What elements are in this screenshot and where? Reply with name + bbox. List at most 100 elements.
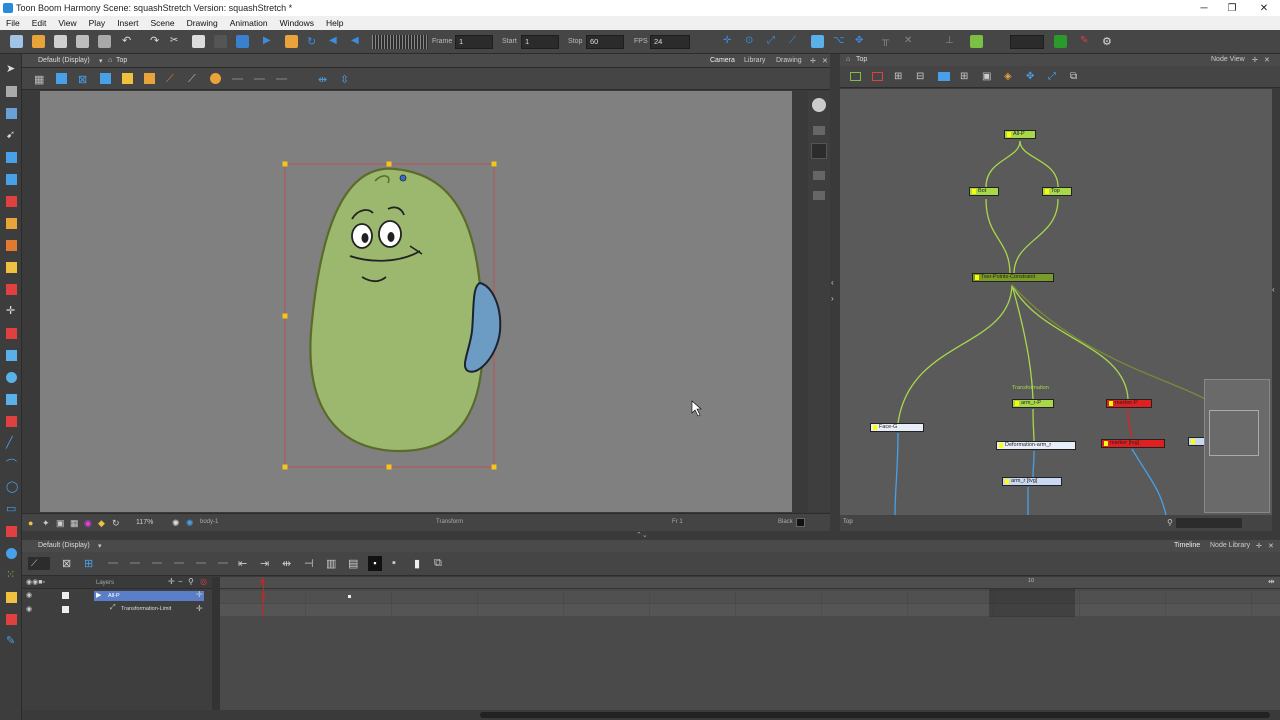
menu-help[interactable]: Help: [320, 18, 349, 28]
tab-node-view[interactable]: Node View: [1211, 56, 1245, 63]
copy-icon[interactable]: [192, 35, 205, 48]
node-close-tab-icon[interactable]: ✕: [1264, 56, 1270, 64]
add-tab-icon[interactable]: ✛: [810, 57, 816, 65]
tab-camera[interactable]: Camera: [710, 57, 735, 64]
frame-row-transformation-limit[interactable]: [220, 604, 1280, 616]
stroke-style-icon[interactable]: ⟋: [28, 557, 50, 570]
open-scene-icon[interactable]: [32, 35, 45, 48]
play-icon[interactable]: ▶: [263, 35, 276, 48]
add-drawing-layer-icon[interactable]: ⊠: [62, 557, 71, 570]
ungroup-icon[interactable]: ⊟: [916, 71, 924, 82]
green-check-icon[interactable]: [1054, 35, 1067, 48]
bone-icon[interactable]: [6, 614, 17, 625]
ruler-end-icon[interactable]: ⇹: [1268, 577, 1275, 586]
node-two-points-constraint[interactable]: Two-Points-Constraint: [972, 273, 1054, 282]
node-add-tab-icon[interactable]: ✛: [1252, 56, 1258, 64]
curve-icon[interactable]: ⌒: [6, 460, 17, 471]
node-top[interactable]: Top: [1042, 187, 1072, 196]
layer-color-swatch[interactable]: [62, 606, 69, 613]
timeline-frames[interactable]: 10 ⇹ ▾: [220, 577, 1280, 710]
reset-view-icon[interactable]: ✦: [42, 518, 50, 529]
previous-frame-icon[interactable]: ◀: [351, 35, 364, 48]
rigging-icon[interactable]: ⌥: [833, 35, 846, 48]
layer-color-swatch[interactable]: [62, 592, 69, 599]
panel-close-icon[interactable]: ✕: [822, 57, 828, 65]
play-selection-icon[interactable]: [285, 35, 298, 48]
horizontal-splitter[interactable]: ⌃⌄: [22, 531, 1280, 540]
display-icon[interactable]: ▣: [982, 71, 991, 82]
light-table-icon[interactable]: [56, 73, 67, 84]
timeline-scroll-thumb[interactable]: [480, 712, 1270, 718]
menu-file[interactable]: File: [0, 18, 26, 28]
menu-drawing[interactable]: Drawing: [181, 18, 224, 28]
cut-icon[interactable]: ✂: [170, 35, 183, 48]
camera-viewport[interactable]: [40, 91, 792, 512]
panel-splitter[interactable]: ‹ ›: [830, 54, 840, 531]
select-icon[interactable]: ⊙: [745, 35, 758, 48]
envelope-icon[interactable]: [6, 174, 17, 185]
layer-name-transformation-limit[interactable]: Transformation-Limit: [121, 606, 171, 612]
timeline-view-mode[interactable]: Default (Display): [38, 542, 90, 549]
frame-view-icon[interactable]: ▣: [56, 518, 65, 529]
remove-keyframe-icon[interactable]: ⇥: [260, 557, 269, 570]
close-gap-icon[interactable]: [6, 394, 17, 405]
cutter-icon[interactable]: [6, 108, 17, 119]
add-layer-icon[interactable]: ✛: [168, 577, 175, 586]
layer-stack-icon-3[interactable]: [813, 191, 825, 200]
grid-icon[interactable]: ⁙: [6, 570, 17, 581]
dropper-icon[interactable]: [6, 372, 17, 383]
layer-visibility-icon[interactable]: ◉: [26, 605, 32, 613]
tab-node-library[interactable]: Node Library: [1210, 542, 1250, 549]
camera-view-mode-dropdown-icon[interactable]: ▾: [99, 57, 103, 65]
close-button[interactable]: ✕: [1248, 0, 1280, 16]
align-icon[interactable]: ⊥: [945, 35, 958, 48]
mask-icon[interactable]: [144, 73, 155, 84]
shift-trace-icon[interactable]: [100, 73, 111, 84]
render-preview-icon[interactable]: ✺: [186, 518, 194, 529]
onion-skin-icon[interactable]: [811, 35, 824, 48]
tab-library[interactable]: Library: [744, 57, 765, 64]
keyframe-toggle-icon[interactable]: ▪: [368, 556, 382, 571]
polyline-icon[interactable]: [6, 240, 17, 251]
connect-icon[interactable]: ⤢: [1048, 71, 1056, 82]
layer-row-transformation-limit[interactable]: ◉ ⤢ Transformation-Limit ✛: [22, 604, 212, 616]
timeline-add-tab-icon[interactable]: ✛: [1256, 542, 1262, 550]
stop-motion-icon[interactable]: ⊣: [304, 557, 314, 570]
layer-row-all-p[interactable]: ◉ ▶ All-P ✛: [22, 590, 212, 602]
line-icon[interactable]: ╱: [6, 438, 17, 449]
onion-icon[interactable]: ⊠: [78, 73, 87, 86]
timeline-view-mode-dropdown-icon[interactable]: ▾: [98, 542, 102, 550]
mask-toggle-icon[interactable]: ◉: [84, 518, 92, 529]
morph-icon[interactable]: [6, 592, 17, 603]
import-icon[interactable]: [98, 35, 111, 48]
node-zoom-icon[interactable]: ⚲: [1167, 518, 1173, 527]
preferences-gear-icon[interactable]: ⚙: [1102, 35, 1115, 48]
menu-insert[interactable]: Insert: [111, 18, 144, 28]
cut-tool-icon[interactable]: [6, 284, 17, 295]
timeline-close-tab-icon[interactable]: ✕: [1268, 542, 1274, 550]
color-icon[interactable]: [210, 73, 221, 84]
menu-play[interactable]: Play: [83, 18, 112, 28]
new-scene-icon[interactable]: [10, 35, 23, 48]
cell-icon[interactable]: ▮: [414, 557, 420, 570]
eyedropper-icon[interactable]: ⟋: [188, 73, 196, 86]
keyframe-dot-1[interactable]: [262, 595, 265, 598]
grid-toggle-icon[interactable]: ▦: [34, 73, 44, 86]
loop-icon[interactable]: ↻: [307, 35, 320, 48]
timeline-options-icon[interactable]: ⧉: [434, 557, 442, 570]
red-backdrop-icon[interactable]: [872, 72, 883, 81]
menu-animation[interactable]: Animation: [224, 18, 274, 28]
collapse-right-icon[interactable]: ›: [831, 294, 834, 303]
layer-visibility-icon[interactable]: ◉: [26, 591, 32, 599]
auto-layout-icon[interactable]: ⧉: [1070, 71, 1077, 82]
current-color-swatch[interactable]: [796, 518, 805, 527]
menu-view[interactable]: View: [52, 18, 82, 28]
backdrop-icon[interactable]: [850, 72, 861, 81]
add-peg-icon[interactable]: ⊞: [84, 557, 93, 570]
light-bulb-icon[interactable]: ●: [28, 518, 33, 528]
contour-editor-icon[interactable]: [6, 86, 17, 97]
render-gear-icon[interactable]: ✺: [172, 518, 180, 529]
layer-expand-icon[interactable]: ▶: [96, 591, 101, 599]
composite-icon[interactable]: ⊞: [960, 71, 968, 82]
sound-icon[interactable]: ◀: [329, 35, 342, 48]
